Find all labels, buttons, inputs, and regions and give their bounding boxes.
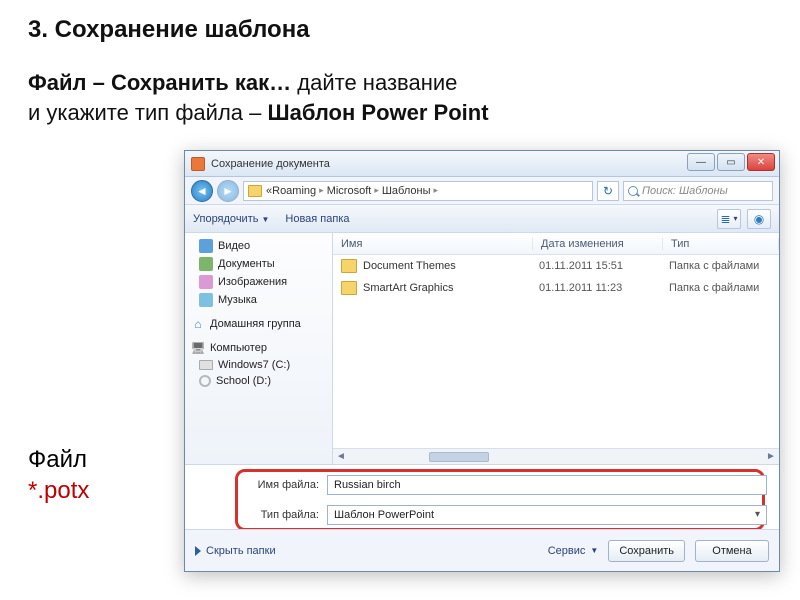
sidebar-item-label: Документы (218, 258, 275, 270)
music-icon (199, 293, 213, 307)
sidebar-item-drive[interactable]: Windows7 (C:) (185, 357, 332, 373)
view-options-button[interactable]: ≣▾ (717, 209, 741, 229)
cell-type: Папка с файлами (669, 282, 759, 294)
scroll-thumb[interactable] (429, 452, 489, 462)
minimize-button[interactable]: — (687, 153, 715, 171)
sidebar-item-label: Видео (218, 240, 250, 252)
help-button[interactable]: ◉ (747, 209, 771, 229)
sidebar-item[interactable]: Изображения (185, 273, 332, 291)
sidebar-item[interactable]: Документы (185, 255, 332, 273)
filetype-label: Тип файла: (249, 509, 319, 521)
chevron-right-icon: ▸ (434, 185, 439, 196)
sub-bold-2: Шаблон Power Point (267, 100, 488, 125)
filename-input[interactable]: Russian birch (327, 475, 767, 495)
cell-date: 01.11.2011 15:51 (539, 260, 669, 272)
slide-subtext: Файл – Сохранить как… дайте названиеи ук… (28, 68, 489, 127)
filetype-select[interactable]: Шаблон PowerPoint (327, 505, 767, 525)
tools-menu[interactable]: Сервис▼ (548, 545, 599, 557)
file-label: Файл (28, 444, 89, 475)
address-bar: ◄ ► « Roaming ▸ Microsoft ▸ Шаблоны ▸ ↻ … (185, 177, 779, 205)
breadcrumb-part-1[interactable]: Microsoft (327, 185, 372, 197)
sidebar-item[interactable]: Музыка (185, 291, 332, 309)
scroll-right-icon[interactable]: ► (763, 451, 779, 462)
app-icon (191, 157, 205, 171)
sidebar-item-computer[interactable]: 🖥 Компьютер (185, 333, 332, 357)
search-input[interactable]: Поиск: Шаблоны (623, 181, 773, 201)
new-folder-button[interactable]: Новая папка (285, 213, 349, 225)
cell-date: 01.11.2011 11:23 (539, 282, 669, 294)
folder-icon (341, 259, 357, 273)
search-placeholder: Поиск: Шаблоны (642, 185, 728, 197)
folder-icon (341, 281, 357, 295)
folder-icon (248, 185, 262, 197)
computer-icon: 🖥 (191, 341, 205, 355)
table-row[interactable]: Document Themes01.11.2011 15:51Папка с ф… (333, 255, 779, 277)
dialog-footer: Скрыть папки Сервис▼ Сохранить Отмена (185, 529, 779, 571)
drive-icon (199, 360, 213, 370)
nav-forward-button[interactable]: ► (217, 180, 239, 202)
scroll-left-icon[interactable]: ◄ (333, 451, 349, 462)
cell-type: Папка с файлами (669, 260, 759, 272)
homegroup-icon: ⌂ (191, 317, 205, 331)
chevron-icon (195, 546, 201, 556)
breadcrumb-part-2[interactable]: Шаблоны (382, 185, 431, 197)
toolbar: Упорядочить▼ Новая папка ≣▾ ◉ (185, 205, 779, 233)
sidebar-item-label: Музыка (218, 294, 257, 306)
img-icon (199, 275, 213, 289)
save-as-dialog: Сохранение документа — ▭ ✕ ◄ ► « Roaming… (184, 150, 780, 572)
close-button[interactable]: ✕ (747, 153, 775, 171)
cancel-button[interactable]: Отмена (695, 540, 769, 562)
nav-back-button[interactable]: ◄ (191, 180, 213, 202)
sidebar-item-label: Изображения (218, 276, 287, 288)
hide-folders-toggle[interactable]: Скрыть папки (195, 545, 276, 557)
search-icon (628, 186, 638, 196)
sidebar-item-label: Домашняя группа (210, 318, 301, 330)
filename-label: Имя файла: (249, 479, 319, 491)
file-list: Имя Дата изменения Тип Document Themes01… (333, 233, 779, 464)
sidebar-item-homegroup[interactable]: ⌂ Домашняя группа (185, 309, 332, 333)
col-date[interactable]: Дата изменения (533, 238, 663, 250)
dialog-title: Сохранение документа (211, 158, 330, 170)
file-extension-note: Файл *.potx (28, 444, 89, 506)
col-name[interactable]: Имя (333, 238, 533, 250)
maximize-button[interactable]: ▭ (717, 153, 745, 171)
refresh-button[interactable]: ↻ (597, 181, 619, 201)
sub-bold-1: Файл – Сохранить как… (28, 70, 291, 95)
sidebar-item-drive[interactable]: School (D:) (185, 373, 332, 389)
cell-name: SmartArt Graphics (363, 282, 539, 294)
file-ext-value: *.potx (28, 475, 89, 506)
breadcrumb[interactable]: « Roaming ▸ Microsoft ▸ Шаблоны ▸ (243, 181, 593, 201)
column-headers[interactable]: Имя Дата изменения Тип (333, 233, 779, 255)
doc-icon (199, 257, 213, 271)
cell-name: Document Themes (363, 260, 539, 272)
organize-button[interactable]: Упорядочить▼ (193, 213, 269, 225)
breadcrumb-part-0[interactable]: Roaming (272, 185, 316, 197)
sidebar-item[interactable]: Видео (185, 237, 332, 255)
slide-heading: 3. Сохранение шаблона (28, 16, 310, 44)
sidebar-item-label: Компьютер (210, 342, 267, 354)
sidebar: Видео Документы Изображения Музыка ⌂ Домашняя… (185, 233, 333, 464)
titlebar[interactable]: Сохранение документа — ▭ ✕ (185, 151, 779, 177)
col-type[interactable]: Тип (663, 238, 779, 250)
save-button[interactable]: Сохранить (608, 540, 685, 562)
chevron-right-icon: ▸ (319, 185, 324, 196)
sidebar-item-label: Windows7 (C:) (218, 359, 290, 371)
horizontal-scrollbar[interactable]: ◄ ► (333, 448, 779, 464)
chevron-right-icon: ▸ (374, 185, 379, 196)
sidebar-item-label: School (D:) (216, 375, 271, 387)
video-icon (199, 239, 213, 253)
dvd-icon (199, 375, 211, 387)
table-row[interactable]: SmartArt Graphics01.11.2011 11:23Папка с… (333, 277, 779, 299)
